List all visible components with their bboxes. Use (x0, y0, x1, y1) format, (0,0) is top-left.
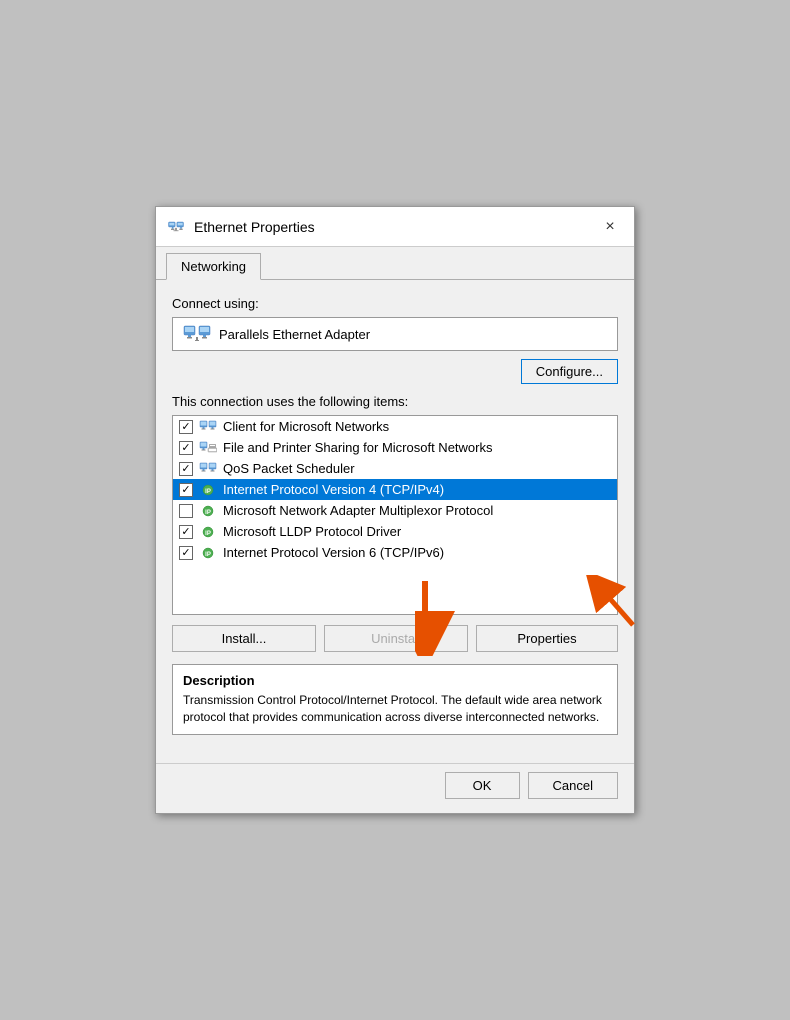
configure-row: Configure... (172, 359, 618, 384)
list-item[interactable]: QoS Packet Scheduler (173, 458, 617, 479)
svg-text:IP: IP (205, 510, 211, 516)
list-item[interactable]: IP Internet Protocol Version 6 (TCP/IPv6… (173, 542, 617, 563)
clients-icon (199, 420, 217, 434)
item-label-0: Client for Microsoft Networks (223, 419, 389, 434)
install-button[interactable]: Install... (172, 625, 316, 652)
ethernet-properties-dialog: Ethernet Properties × Networking Connect… (155, 206, 635, 814)
item-checkbox-5[interactable] (179, 525, 193, 539)
list-item[interactable]: Client for Microsoft Networks (173, 416, 617, 437)
item-label-6: Internet Protocol Version 6 (TCP/IPv6) (223, 545, 444, 560)
adapter-box: Parallels Ethernet Adapter (172, 317, 618, 351)
item-checkbox-0[interactable] (179, 420, 193, 434)
item-label-2: QoS Packet Scheduler (223, 461, 355, 476)
svg-text:IP: IP (205, 552, 211, 558)
adapter-icon (183, 324, 211, 344)
list-item[interactable]: File and Printer Sharing for Microsoft N… (173, 437, 617, 458)
lldp-icon: IP (199, 525, 217, 539)
item-label-5: Microsoft LLDP Protocol Driver (223, 524, 401, 539)
item-checkbox-2[interactable] (179, 462, 193, 476)
title-bar-left: Ethernet Properties (166, 217, 315, 237)
svg-text:IP: IP (205, 489, 211, 495)
description-title: Description (183, 673, 607, 688)
item-label-4: Microsoft Network Adapter Multiplexor Pr… (223, 503, 493, 518)
items-label: This connection uses the following items… (172, 394, 618, 409)
ipv4-icon: IP (199, 483, 217, 497)
item-checkbox-1[interactable] (179, 441, 193, 455)
item-label-1: File and Printer Sharing for Microsoft N… (223, 440, 492, 455)
ok-button[interactable]: OK (445, 772, 520, 799)
printer-icon (199, 441, 217, 455)
item-label-3: Internet Protocol Version 4 (TCP/IPv4) (223, 482, 444, 497)
uninstall-button[interactable]: Uninstall (324, 625, 468, 652)
svg-text:IP: IP (205, 531, 211, 537)
description-box: Description Transmission Control Protoco… (172, 664, 618, 735)
close-button[interactable]: × (596, 213, 624, 241)
title-bar: Ethernet Properties × (156, 207, 634, 247)
dialog-content: Connect using: Parallels Ethernet Adapte… (156, 280, 634, 763)
list-item[interactable]: IP Microsoft LLDP Protocol Driver (173, 521, 617, 542)
list-item[interactable]: IP Microsoft Network Adapter Multiplexor… (173, 500, 617, 521)
tab-bar: Networking (156, 247, 634, 280)
description-text: Transmission Control Protocol/Internet P… (183, 692, 607, 726)
items-list[interactable]: Client for Microsoft Networks (172, 415, 618, 615)
list-item-selected[interactable]: IP Internet Protocol Version 4 (TCP/IPv4… (173, 479, 617, 500)
multiplexor-icon: IP (199, 504, 217, 518)
qos-icon (199, 462, 217, 476)
item-checkbox-6[interactable] (179, 546, 193, 560)
connect-using-label: Connect using: (172, 296, 618, 311)
ethernet-icon (166, 217, 186, 237)
configure-button[interactable]: Configure... (521, 359, 618, 384)
properties-button[interactable]: Properties (476, 625, 618, 652)
cancel-button[interactable]: Cancel (528, 772, 618, 799)
action-buttons-row: Install... Uninstall Properties (172, 625, 618, 652)
item-checkbox-3[interactable] (179, 483, 193, 497)
ipv6-icon: IP (199, 546, 217, 560)
networking-tab[interactable]: Networking (166, 253, 261, 280)
item-checkbox-4[interactable] (179, 504, 193, 518)
dialog-footer: OK Cancel (156, 763, 634, 813)
adapter-name: Parallels Ethernet Adapter (219, 327, 370, 342)
dialog-title: Ethernet Properties (194, 219, 315, 235)
